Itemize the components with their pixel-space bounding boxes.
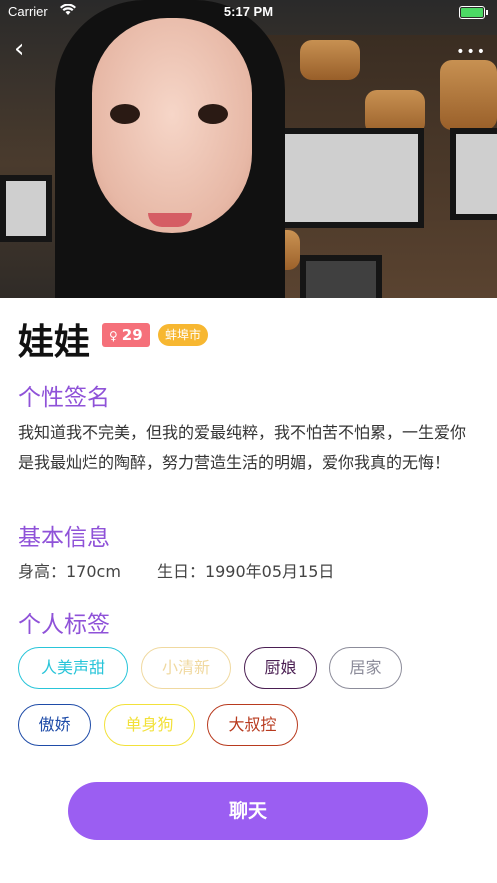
signature-title: 个性签名: [18, 385, 110, 411]
tag-item: 厨娘: [244, 647, 317, 689]
back-arrow-icon[interactable]: ‹: [14, 36, 36, 62]
basic-info-row: 身高：170cm 生日：1990年05月15日: [18, 558, 370, 582]
tag-item: 居家: [329, 647, 402, 689]
photo-decor: [450, 128, 497, 220]
tag-item: 小清新: [141, 647, 231, 689]
tags-title: 个人标签: [18, 612, 110, 638]
tag-item: 大叔控: [207, 704, 298, 746]
photo-decor: [110, 104, 140, 124]
chat-button[interactable]: 聊天: [68, 782, 428, 840]
battery-icon: [459, 6, 488, 19]
profile-name: 娃娃: [18, 322, 91, 363]
status-bar: Carrier 5:17 PM: [0, 0, 497, 26]
age-badge: ♀ 29: [102, 323, 150, 347]
more-dots-icon[interactable]: •••: [456, 44, 487, 60]
tag-item: 傲娇: [18, 704, 91, 746]
photo-decor: [300, 255, 382, 298]
photo-decor: [198, 104, 228, 124]
photo-decor: [262, 128, 424, 228]
photo-decor: [300, 40, 360, 80]
profile-photo: Carrier 5:17 PM ‹ •••: [0, 0, 497, 298]
female-icon: ♀: [109, 329, 118, 343]
height-info: 身高：170cm: [18, 562, 121, 581]
city-badge: 蚌埠市: [158, 324, 209, 346]
signature-text: 我知道我不完美，但我的爱最纯粹，我不怕苦不怕累，一生爱你是我最灿烂的陶醉，努力营…: [18, 423, 467, 472]
photo-decor: [440, 60, 497, 130]
photo-decor: [0, 175, 52, 242]
tag-item: 人美声甜: [18, 647, 128, 689]
clock: 5:17 PM: [223, 4, 274, 19]
tag-item: 单身狗: [104, 704, 195, 746]
birthday-info: 生日：1990年05月15日: [156, 562, 335, 581]
age-value: 29: [121, 326, 143, 344]
photo-subject-face: [92, 18, 252, 233]
basic-info-title: 基本信息: [18, 525, 110, 551]
